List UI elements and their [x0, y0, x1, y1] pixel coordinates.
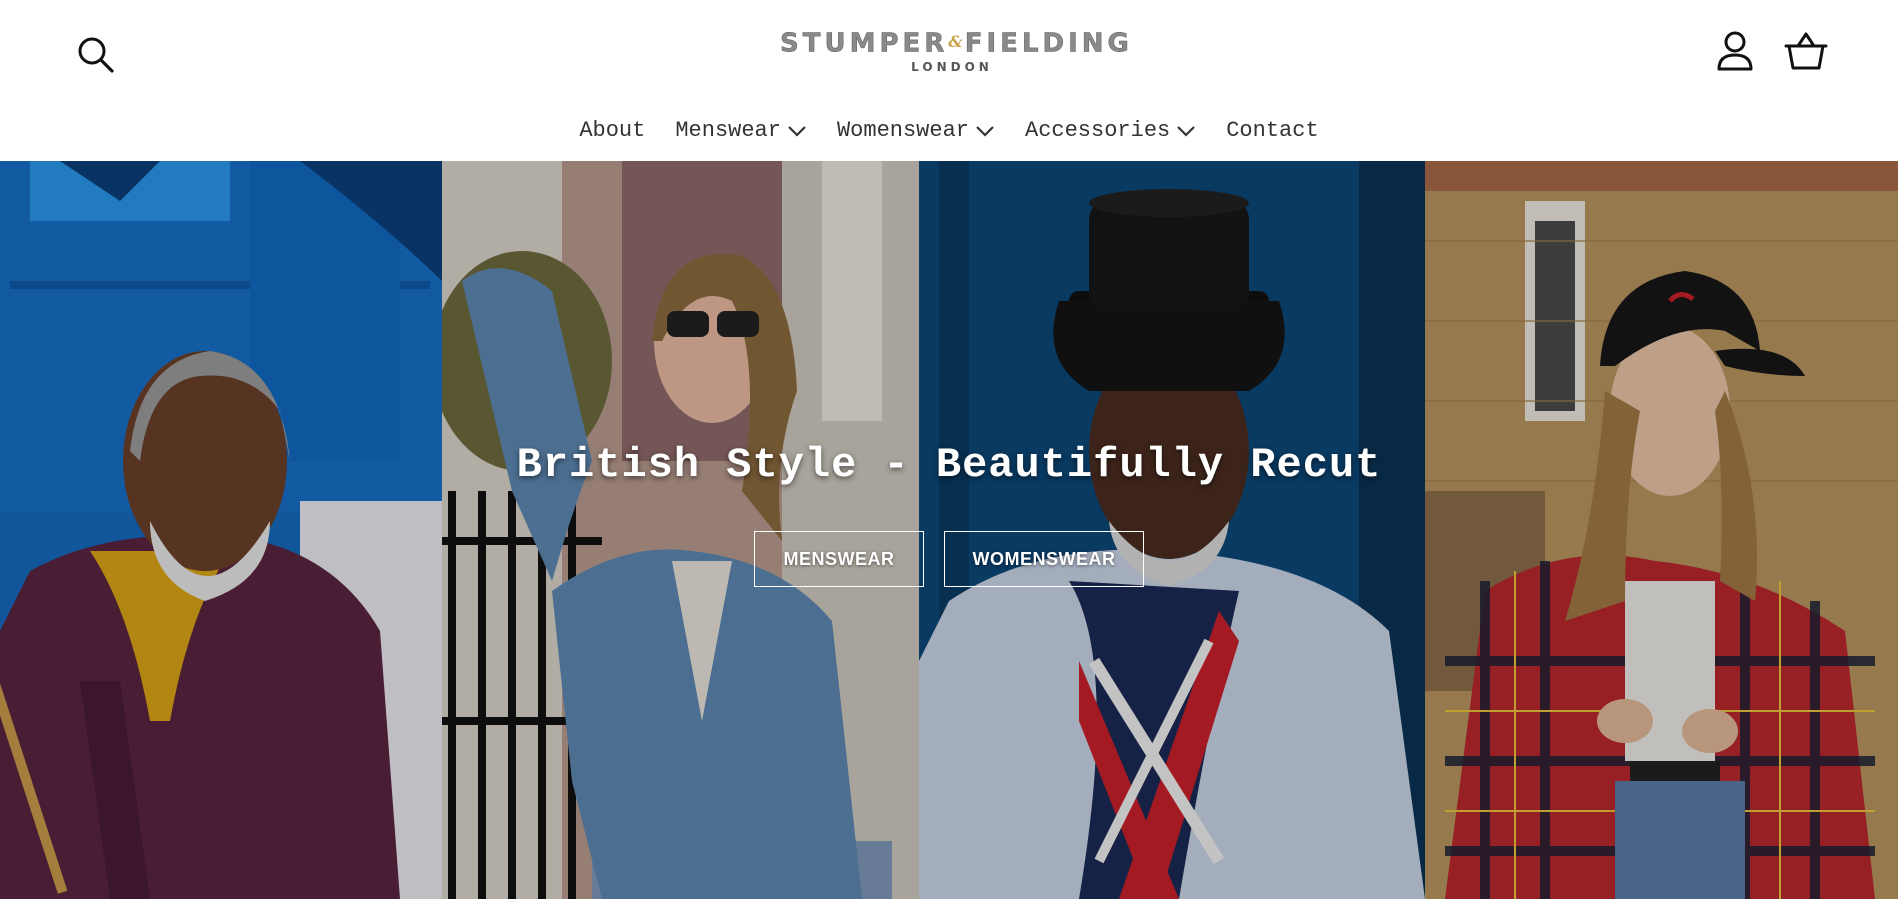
nav-item-label: Contact	[1226, 118, 1319, 143]
nav-item-contact[interactable]: Contact	[1211, 118, 1333, 143]
search-icon	[78, 37, 114, 73]
nav-item-womenswear[interactable]: Womenswear	[822, 118, 1010, 143]
hero-title: British Style - Beautifully Recut	[516, 441, 1382, 489]
nav-item-label: Womenswear	[836, 118, 969, 143]
chevron-down-icon	[1176, 125, 1196, 137]
site-logo[interactable]: STUMPER&FIELDING LONDON	[780, 28, 1133, 76]
menswear-button[interactable]: MENSWEAR	[754, 531, 924, 587]
nav-item-menswear[interactable]: Menswear	[660, 118, 822, 143]
chevron-down-icon	[975, 125, 995, 137]
nav-item-label: Accessories	[1025, 118, 1171, 143]
user-icon	[1717, 31, 1753, 71]
search-button[interactable]	[68, 27, 124, 83]
chevron-down-icon	[787, 125, 807, 137]
site-header: STUMPER&FIELDING LONDON About Menswear W…	[0, 0, 1898, 161]
nav-item-label: About	[579, 118, 646, 143]
logo-subtitle: LONDON	[911, 60, 993, 74]
account-button[interactable]	[1707, 23, 1763, 79]
nav-item-about[interactable]: About	[564, 118, 660, 143]
nav-item-label: Menswear	[675, 118, 781, 143]
basket-icon	[1784, 32, 1828, 70]
logo-wordmark: STUMPER&FIELDING	[780, 28, 1133, 59]
main-nav: About Menswear Womenswear Accessories Co…	[0, 118, 1898, 143]
hero-banner: British Style - Beautifully Recut MENSWE…	[0, 161, 1898, 899]
hero-buttons: MENSWEAR WOMENSWEAR	[0, 531, 1898, 587]
nav-item-accessories[interactable]: Accessories	[1010, 118, 1211, 143]
womenswear-button[interactable]: WOMENSWEAR	[944, 531, 1144, 587]
cart-button[interactable]	[1778, 23, 1834, 79]
hero-content: British Style - Beautifully Recut MENSWE…	[0, 441, 1898, 587]
